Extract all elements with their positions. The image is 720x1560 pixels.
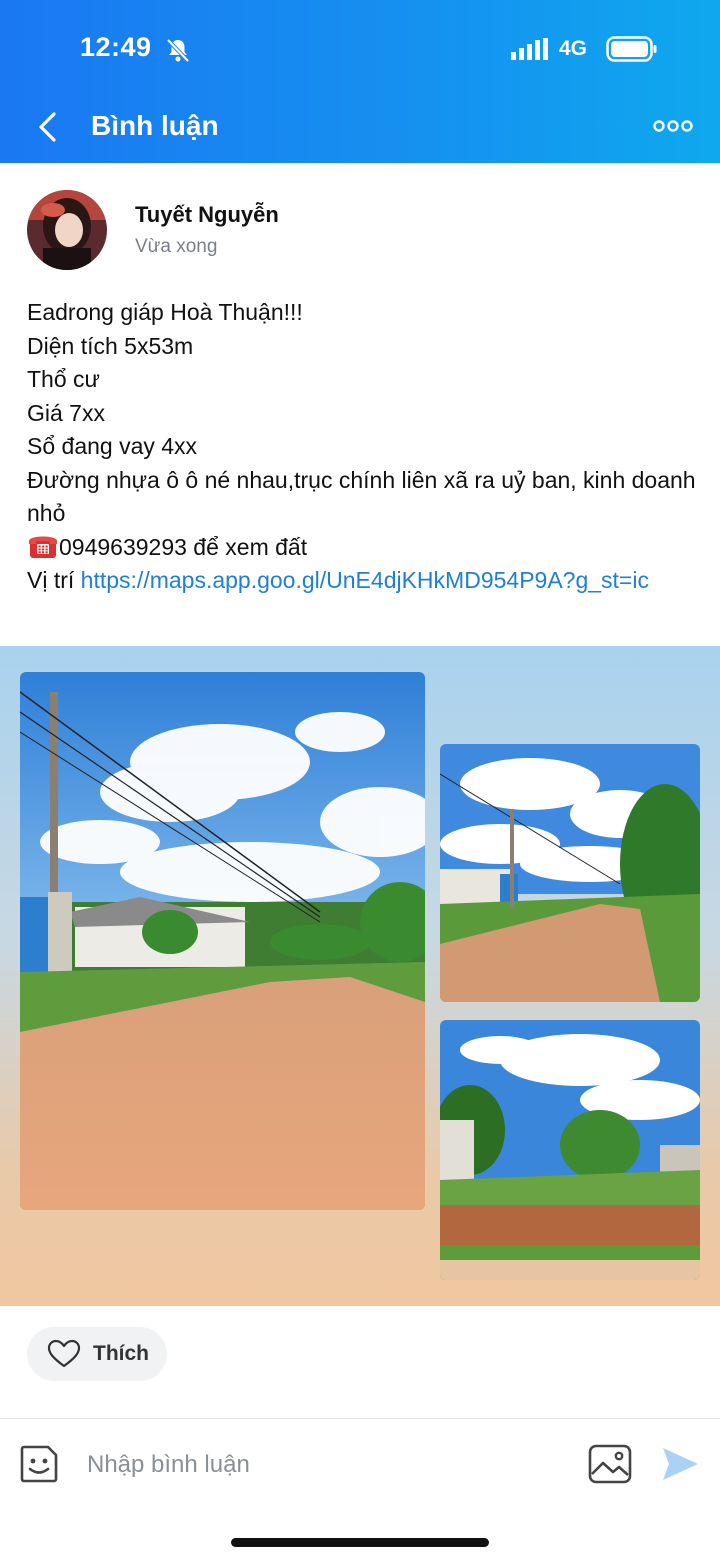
bell-muted-icon: [166, 38, 190, 63]
post-line: Giá 7xx: [27, 399, 105, 426]
divider: [0, 1418, 720, 1419]
photo-road-main[interactable]: [20, 672, 425, 1210]
page-title: Bình luận: [91, 110, 219, 141]
post-line: Đường nhựa ô ô né nhau,trục chính liên x…: [27, 466, 696, 527]
post-line: Diện tích 5x53m: [27, 332, 194, 359]
post-media: [0, 646, 720, 1306]
send-icon[interactable]: [660, 1444, 700, 1484]
comment-input[interactable]: [87, 1446, 567, 1484]
avatar[interactable]: [27, 190, 107, 270]
signal-icon: [511, 38, 548, 60]
network-type: 4G: [559, 37, 588, 60]
photo-land-plot[interactable]: [440, 1020, 700, 1280]
post-line-phone: 0949639293 để xem đất: [27, 531, 697, 565]
location-prefix: Vị trí: [27, 567, 81, 593]
photo-road-side[interactable]: [440, 744, 700, 1002]
status-time: 12:49: [80, 32, 152, 62]
post-line: Sổ đang vay 4xx: [27, 433, 198, 459]
post-line: Thổ cư: [27, 366, 100, 392]
header-bar: 12:49 4G Bình luận: [0, 0, 720, 163]
emoji-sticker-icon[interactable]: [18, 1443, 60, 1485]
battery-icon: [606, 36, 657, 62]
telephone-icon: [29, 536, 57, 558]
more-options-icon[interactable]: [652, 118, 694, 134]
like-button[interactable]: Thích: [27, 1327, 167, 1381]
post-timestamp: Vừa xong: [135, 236, 218, 257]
post-line: Eadrong giáp Hoà Thuận!!!: [27, 299, 303, 325]
home-indicator: [231, 1538, 489, 1547]
location-link[interactable]: https://maps.app.goo.gl/UnE4djKHkMD954P9…: [81, 567, 649, 593]
heart-icon: [47, 1339, 81, 1368]
post-content: Eadrong giáp Hoà Thuận!!! Diện tích 5x53…: [27, 296, 697, 598]
back-arrow-icon[interactable]: [34, 110, 64, 144]
phone-text[interactable]: 0949639293 để xem đất: [59, 534, 307, 560]
like-label: Thích: [93, 1342, 149, 1365]
author-name[interactable]: Tuyết Nguyễn: [135, 202, 279, 228]
post-line-location: Vị trí https://maps.app.goo.gl/UnE4djKHk…: [27, 564, 697, 598]
image-picker-icon[interactable]: [588, 1444, 632, 1484]
